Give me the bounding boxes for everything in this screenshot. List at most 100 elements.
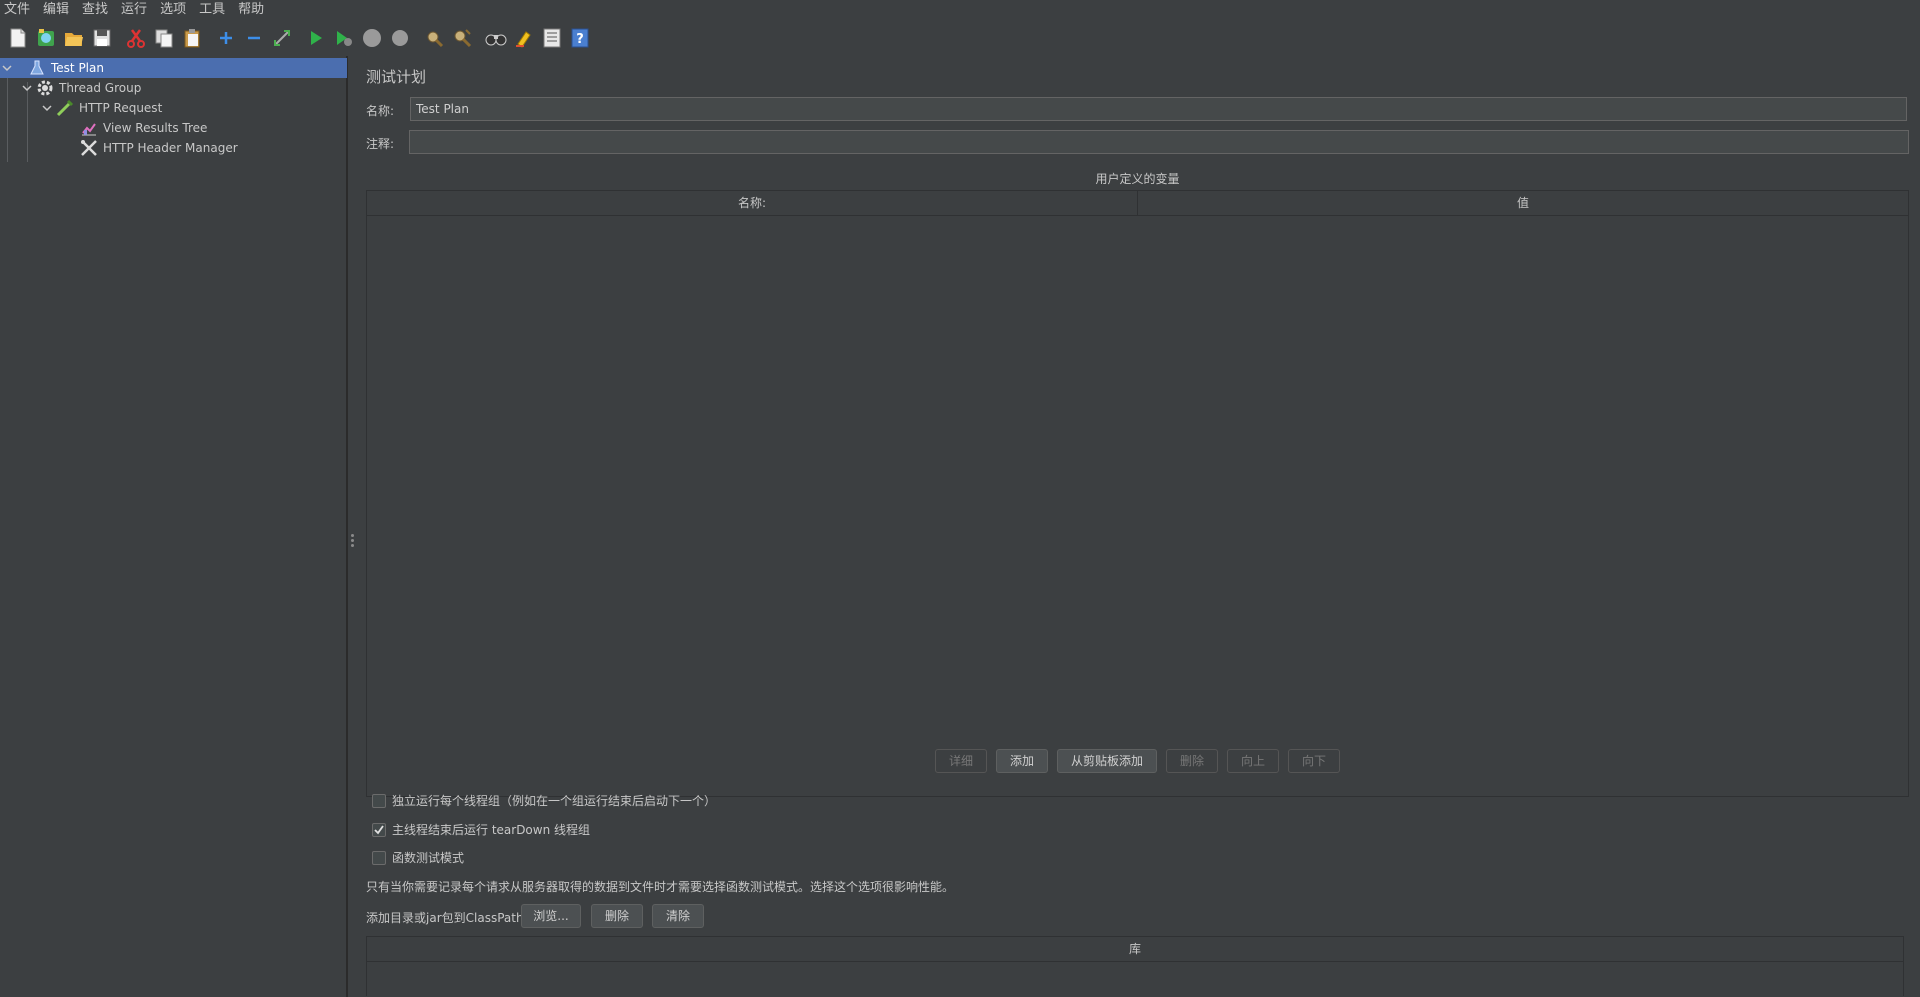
column-header-name[interactable]: 名称: — [367, 191, 1138, 216]
pipette-icon — [56, 99, 74, 117]
new-icon — [10, 28, 26, 48]
shutdown-button[interactable] — [388, 25, 412, 51]
chevron-down-icon[interactable] — [20, 78, 34, 98]
classpath-table[interactable]: 库 — [366, 936, 1904, 996]
expand-icon — [220, 32, 232, 44]
variables-table[interactable]: 名称: 值 — [366, 190, 1909, 797]
toggle-button[interactable] — [270, 25, 294, 51]
save-button[interactable] — [90, 25, 114, 51]
help-icon: ? — [571, 28, 589, 48]
reset-search-button[interactable] — [512, 25, 536, 51]
functional-mode-option[interactable]: 函数测试模式 — [372, 849, 464, 866]
comment-field[interactable] — [409, 130, 1909, 154]
clear-button[interactable] — [422, 25, 446, 51]
tree-item-view-results-tree[interactable]: View Results Tree — [80, 118, 207, 138]
menu-options[interactable]: 选项 — [156, 0, 191, 20]
menu-search[interactable]: 查找 — [78, 0, 113, 20]
serialize-label: 独立运行每个线程组（例如在一个组运行结束后启动下一个） — [392, 794, 717, 808]
teardown-label: 主线程结束后运行 tearDown 线程组 — [392, 823, 591, 837]
functional-mode-note: 只有当你需要记录每个请求从服务器取得的数据到文件时才需要选择函数测试模式。选择这… — [366, 880, 955, 894]
open-button[interactable] — [62, 25, 86, 51]
stop-icon — [363, 29, 381, 47]
paste-icon — [184, 29, 200, 48]
templates-button[interactable] — [34, 25, 58, 51]
serialize-checkbox[interactable] — [372, 793, 386, 808]
menu-edit[interactable]: 编辑 — [39, 0, 74, 20]
serialize-thread-groups-option[interactable]: 独立运行每个线程组（例如在一个组运行结束后启动下一个） — [372, 792, 716, 809]
functional-mode-label: 函数测试模式 — [392, 851, 465, 865]
browse-button[interactable]: 浏览... — [521, 904, 581, 928]
cut-icon — [127, 29, 145, 48]
move-down-button[interactable]: 向下 — [1288, 749, 1340, 773]
teardown-checkbox[interactable] — [372, 822, 386, 837]
function-helper-button[interactable] — [540, 25, 564, 51]
templates-icon — [38, 29, 54, 46]
teardown-option[interactable]: 主线程结束后运行 tearDown 线程组 — [372, 821, 590, 838]
menu-bar: 文件 编辑 查找 运行 选项 工具 帮助 — [0, 0, 1920, 20]
test-plan-icon — [28, 59, 46, 77]
start-no-pause-icon — [337, 31, 352, 46]
start-icon — [311, 31, 322, 45]
gear-icon — [36, 79, 54, 97]
stop-button[interactable] — [360, 25, 384, 51]
tools-icon — [80, 139, 98, 157]
detail-button[interactable]: 详细 — [935, 749, 987, 773]
start-no-pause-button[interactable] — [332, 25, 356, 51]
open-icon — [65, 33, 83, 46]
copy-button[interactable] — [152, 25, 176, 51]
panel-title: 测试计划 — [366, 68, 427, 86]
table-header: 库 — [367, 937, 1903, 962]
functional-mode-checkbox[interactable] — [372, 850, 386, 865]
tree-item-test-plan[interactable]: Test Plan — [0, 58, 347, 78]
new-button[interactable] — [6, 25, 30, 51]
move-up-button[interactable]: 向上 — [1227, 749, 1279, 773]
add-button[interactable]: 添加 — [996, 749, 1048, 773]
classpath-label: 添加目录或jar包到ClassPath — [366, 911, 524, 925]
tree-item-label: Thread Group — [59, 81, 142, 95]
variables-caption: 用户定义的变量 — [1095, 172, 1180, 186]
copy-icon — [155, 29, 173, 48]
clear-all-icon — [454, 29, 472, 48]
start-button[interactable] — [304, 25, 328, 51]
svg-text:?: ? — [576, 32, 584, 47]
test-plan-panel: 测试计划 名称: Test Plan 注释: 用户定义的变量 名称: 值 详细 … — [356, 56, 1920, 997]
toolbar: ? — [0, 20, 1920, 56]
reset-search-icon — [516, 31, 531, 48]
column-header-library[interactable]: 库 — [367, 937, 1903, 962]
column-header-value[interactable]: 值 — [1138, 191, 1908, 216]
menu-file[interactable]: 文件 — [0, 0, 35, 20]
menu-help[interactable]: 帮助 — [234, 0, 269, 20]
toggle-icon — [274, 30, 290, 46]
name-label: 名称: — [366, 104, 395, 118]
collapse-icon — [248, 36, 260, 40]
menu-tools[interactable]: 工具 — [195, 0, 230, 20]
clear-all-button[interactable] — [450, 25, 474, 51]
menu-run[interactable]: 运行 — [117, 0, 152, 20]
tree-item-http-request[interactable]: HTTP Request — [40, 98, 162, 118]
chevron-down-icon[interactable] — [40, 98, 54, 118]
shutdown-icon — [392, 30, 408, 46]
search-icon — [485, 34, 507, 46]
chart-icon — [80, 119, 98, 137]
function-helper-icon — [543, 28, 561, 48]
cut-button[interactable] — [124, 25, 148, 51]
save-icon — [93, 29, 111, 47]
tree-item-label: View Results Tree — [103, 121, 208, 135]
expand-button[interactable] — [214, 25, 238, 51]
help-button[interactable]: ? — [568, 25, 592, 51]
splitter-handle[interactable] — [347, 56, 356, 997]
paste-button[interactable] — [180, 25, 204, 51]
clear-icon — [427, 31, 444, 48]
search-button[interactable] — [484, 25, 508, 51]
classpath-clear-button[interactable]: 清除 — [652, 904, 704, 928]
name-field[interactable]: Test Plan — [410, 97, 1907, 121]
table-header: 名称: 值 — [367, 191, 1908, 216]
collapse-button[interactable] — [242, 25, 266, 51]
tree-item-http-header-manager[interactable]: HTTP Header Manager — [80, 138, 238, 158]
delete-button[interactable]: 删除 — [1166, 749, 1218, 773]
add-from-clipboard-button[interactable]: 从剪贴板添加 — [1057, 749, 1157, 773]
classpath-delete-button[interactable]: 删除 — [591, 904, 643, 928]
test-plan-tree: Test Plan Thread Group HTTP Request View… — [0, 56, 347, 997]
chevron-down-icon[interactable] — [0, 58, 14, 78]
tree-item-thread-group[interactable]: Thread Group — [20, 78, 141, 98]
